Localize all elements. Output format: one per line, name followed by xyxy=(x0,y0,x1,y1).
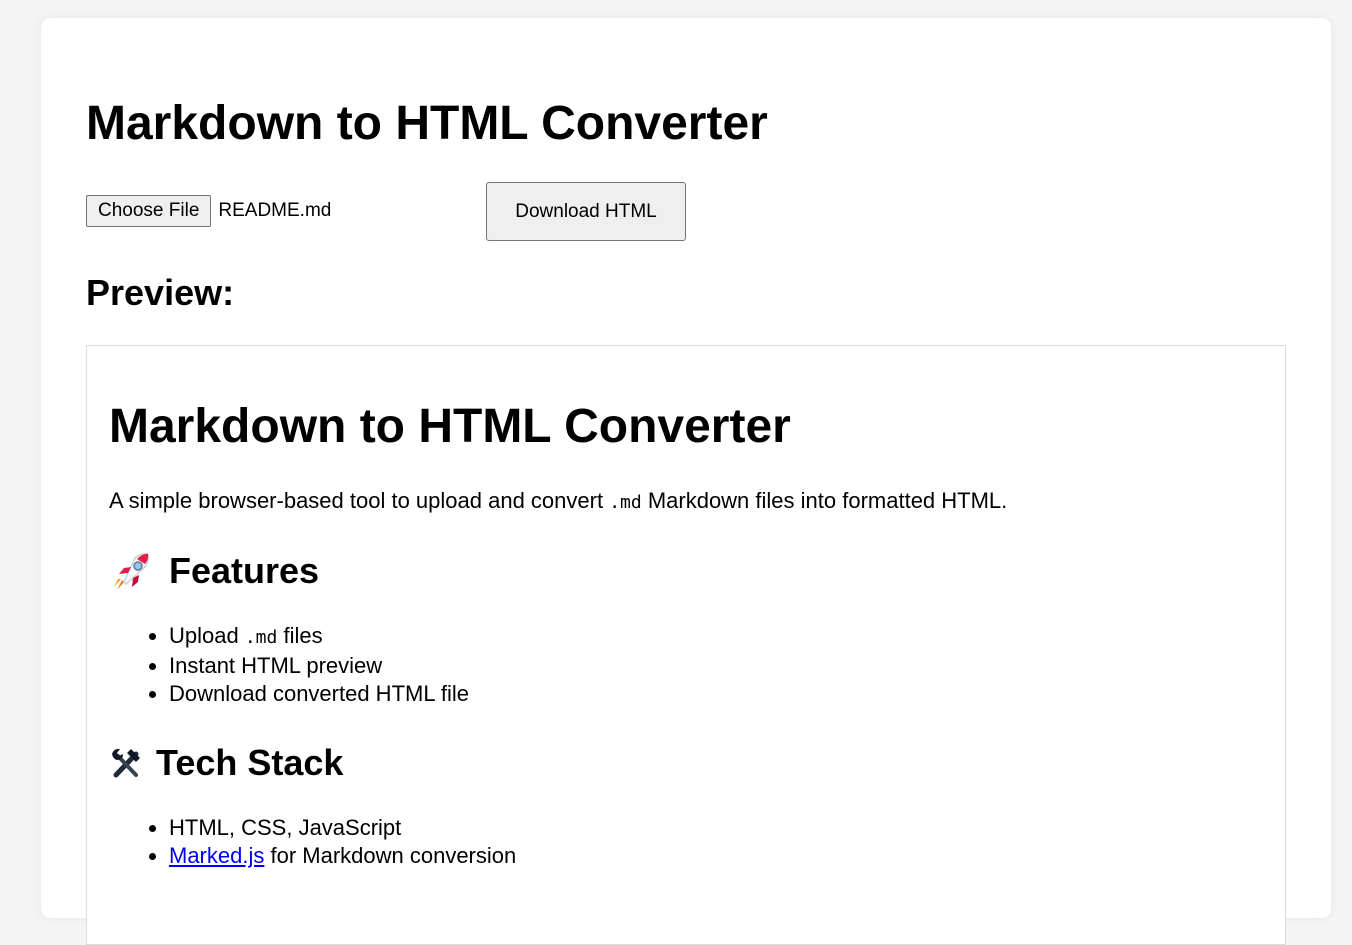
list-item-text: Upload xyxy=(169,623,245,648)
list-item-text: Instant HTML preview xyxy=(169,653,383,678)
features-heading: Features xyxy=(109,550,319,592)
markdown-preview-pane[interactable]: Markdown to HTML Converter A simple brow… xyxy=(86,345,1286,945)
list-item: Marked.js for Markdown conversion xyxy=(169,842,516,870)
list-item: Upload .md files xyxy=(169,622,469,652)
list-item: Download converted HTML file xyxy=(169,680,469,708)
file-input: Choose File README.md xyxy=(86,195,332,227)
marked-js-link[interactable]: Marked.js xyxy=(169,843,264,868)
features-heading-text: Features xyxy=(169,550,320,591)
download-html-button[interactable]: Download HTML xyxy=(486,182,686,241)
preview-intro: A simple browser-based tool to upload an… xyxy=(109,486,1007,518)
preview-title: Markdown to HTML Converter xyxy=(109,400,791,453)
tech-stack-heading: Tech Stack xyxy=(109,742,343,784)
list-item-text: for Markdown conversion xyxy=(264,843,517,868)
inline-code-md: .md xyxy=(609,492,642,513)
rocket-icon xyxy=(109,551,155,591)
list-item: HTML, CSS, JavaScript xyxy=(169,814,516,842)
tech-stack-heading-text: Tech Stack xyxy=(156,742,344,783)
features-list: Upload .md files Instant HTML preview Do… xyxy=(109,622,469,708)
converter-card: Markdown to HTML Converter Choose File R… xyxy=(41,18,1331,945)
choose-file-button[interactable]: Choose File xyxy=(86,195,212,227)
list-item: Instant HTML preview xyxy=(169,652,469,680)
list-item-text: files xyxy=(277,623,323,648)
hammer-and-wrench-icon xyxy=(109,745,143,781)
list-item-text: HTML, CSS, JavaScript xyxy=(169,815,402,840)
inline-code-md: .md xyxy=(244,627,278,648)
preview-heading: Preview: xyxy=(86,272,235,313)
intro-text-after: Markdown files into formatted HTML. xyxy=(641,488,1008,513)
intro-text-before: A simple browser-based tool to upload an… xyxy=(109,488,610,513)
page-title: Markdown to HTML Converter xyxy=(86,97,768,150)
selected-file-name: README.md xyxy=(218,200,332,221)
list-item-text: Download converted HTML file xyxy=(169,681,469,706)
